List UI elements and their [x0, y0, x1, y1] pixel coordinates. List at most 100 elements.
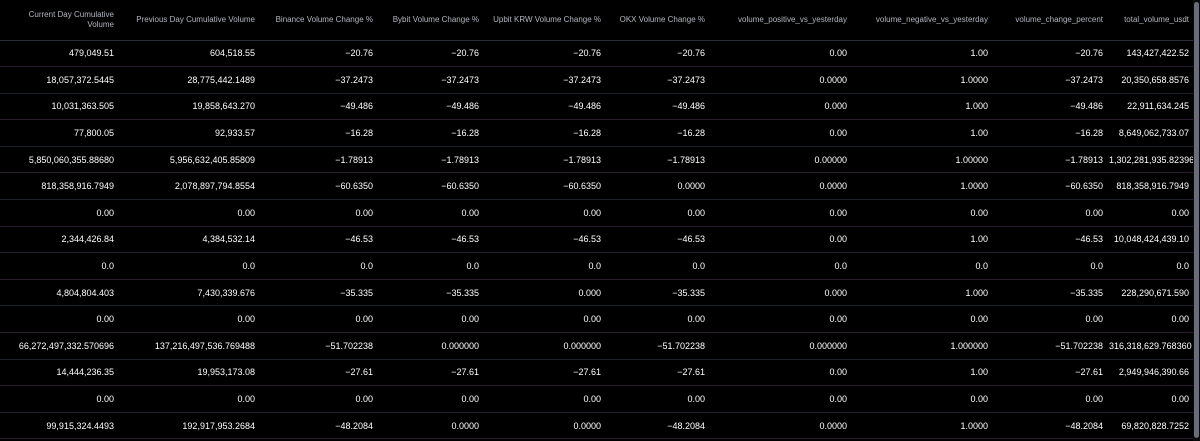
table-row[interactable]: 77,800.05 92,933.57 −16.28 −16.28 −16.28 −16.… [0, 119, 1193, 147]
table-row[interactable]: 18,057,372.5445 28,775,442.1489 −37.2473 −3… [0, 66, 1193, 94]
table-cell: 0.00 [377, 305, 483, 334]
table-cell: −37.2473 [377, 66, 483, 94]
table-cell: 0.0000 [709, 66, 851, 94]
table-cell: −35.335 [377, 279, 483, 307]
table-cell: 69,820,828.7252 [1107, 412, 1193, 440]
column-header-upbit-krw-volume-change[interactable]: Upbit KRW Volume Change % [483, 0, 605, 41]
table-row[interactable]: 818,358,916.7949 2,078,897,794.8554 −60.63… [0, 172, 1193, 201]
table-body: 479,049.51 604,518.55 −20.76 −20.76 −20.76 −2… [0, 40, 1193, 440]
table-cell: −48.2084 [259, 412, 377, 440]
table-cell: 10,048,424,439.10 [1107, 226, 1193, 254]
table-cell: 0.0000 [483, 412, 605, 440]
table-cell: −49.486 [992, 93, 1107, 121]
table-cell: −51.702238 [259, 332, 377, 360]
table-cell: 0.000 [709, 93, 851, 121]
table-cell: 92,933.57 [118, 119, 259, 147]
table-cell: 0.00 [992, 199, 1107, 227]
table-cell: −20.76 [377, 40, 483, 68]
table-cell: 0.00 [259, 305, 377, 334]
column-header-okx-volume-change[interactable]: OKX Volume Change % [605, 0, 709, 41]
table-cell: 0.0000 [709, 412, 851, 440]
table-cell: 479,049.51 [0, 40, 118, 68]
table-cell: −48.2084 [605, 412, 709, 440]
table-cell: 0.0 [0, 252, 118, 280]
table-cell: −49.486 [483, 93, 605, 121]
table-cell: 19,953,173.08 [118, 359, 259, 387]
table-cell: 0.00 [992, 305, 1107, 334]
column-header-current-day-cumulative-volume[interactable]: Current Day Cumulative Volume [0, 0, 118, 41]
table-cell: −49.486 [259, 93, 377, 121]
table-cell: −35.335 [992, 279, 1107, 307]
table-row[interactable]: 4,804,804.403 7,430,339.676 −35.335 −35.335… [0, 279, 1193, 307]
table-cell: 0.00 [377, 199, 483, 227]
table-cell: 19,858,643.270 [118, 93, 259, 121]
table-cell: 0.00 [1107, 385, 1193, 413]
table-row[interactable]: 479,049.51 604,518.55 −20.76 −20.76 −20.76 −2… [0, 40, 1193, 68]
table-row[interactable]: 0.00 0.00 0.00 0.00 0.00 0.00 0.00 0.00 0.00 0.00 [0, 199, 1193, 227]
table-cell: −60.6350 [377, 172, 483, 201]
table-cell: −20.76 [605, 40, 709, 68]
table-header: Current Day Cumulative Volume Previous D… [0, 0, 1193, 41]
vertical-scrollbar[interactable] [1193, 0, 1200, 441]
header-row: Current Day Cumulative Volume Previous D… [0, 0, 1193, 41]
table-cell: 1,302,281,935.82396 [1107, 146, 1193, 174]
table-cell: −1.78913 [992, 146, 1107, 174]
column-header-binance-volume-change[interactable]: Binance Volume Change % [259, 0, 377, 41]
table-cell: 0.000000 [709, 332, 851, 360]
table-cell: −27.61 [992, 359, 1107, 387]
table-cell: 0.00 [709, 385, 851, 413]
table-row[interactable]: 14,444,236.35 19,953,173.08 −27.61 −27.61 −2… [0, 359, 1193, 387]
table-cell: 1.00000 [851, 146, 992, 174]
column-header-volume-negative-vs-yesterday[interactable]: volume_negative_vs_yesterday [851, 0, 992, 41]
scrollbar-thumb[interactable] [1194, 2, 1199, 438]
table-cell: 28,775,442.1489 [118, 66, 259, 94]
table-cell: −51.702238 [992, 332, 1107, 360]
table-cell: 0.0000 [605, 172, 709, 201]
table-cell: 2,949,946,390.66 [1107, 359, 1193, 387]
table-cell: 0.0 [259, 252, 377, 280]
table-cell: 4,804,804.403 [0, 279, 118, 307]
table-cell: 0.00000 [709, 146, 851, 174]
table-cell: 0.00 [1107, 199, 1193, 227]
table-cell: −60.6350 [483, 172, 605, 201]
table-cell: 143,427,422.52 [1107, 40, 1193, 68]
column-header-total-volume-usdt[interactable]: total_volume_usdt [1107, 0, 1193, 41]
table-cell: 0.00 [483, 199, 605, 227]
table-cell: 0.00 [605, 385, 709, 413]
table-row[interactable]: 99,915,324.4493 192,917,953.2684 −48.2084 0… [0, 412, 1193, 440]
table-cell: −60.6350 [259, 172, 377, 201]
column-header-volume-positive-vs-yesterday[interactable]: volume_positive_vs_yesterday [709, 0, 851, 41]
column-header-volume-change-percent[interactable]: volume_change_percent [992, 0, 1107, 41]
table-row[interactable]: 2,344,426.84 4,384,532.14 −46.53 −46.53 −46.… [0, 226, 1193, 254]
table-cell: 1.000000 [851, 332, 992, 360]
table-cell: 8,649,062,733.07 [1107, 119, 1193, 147]
table-cell: 1.000 [851, 93, 992, 121]
table-cell: 0.0000 [377, 412, 483, 440]
table-cell: −60.6350 [992, 172, 1107, 201]
table-cell: 0.00 [0, 305, 118, 334]
table-row[interactable]: 10,031,363.505 19,858,643.270 −49.486 −49.4… [0, 93, 1193, 121]
table-cell: 1.0000 [851, 66, 992, 94]
table-cell: 0.0000 [709, 172, 851, 201]
table-cell: −16.28 [992, 119, 1107, 147]
table-row[interactable]: 66,272,497,332.570696 137,216,497,536.769… [0, 332, 1193, 360]
table-cell: 0.00 [605, 199, 709, 227]
table-cell: 316,318,629.768360 [1107, 332, 1193, 360]
table-cell: 0.00 [0, 385, 118, 413]
table-cell: −46.53 [483, 226, 605, 254]
table-cell: 0.000 [709, 279, 851, 307]
table-cell: 1.00 [851, 226, 992, 254]
table-cell: −16.28 [377, 119, 483, 147]
table-cell: 14,444,236.35 [0, 359, 118, 387]
table-cell: 0.00 [259, 385, 377, 413]
table-cell: −46.53 [992, 226, 1107, 254]
table-cell: 0.00 [118, 199, 259, 227]
column-header-previous-day-cumulative-volume[interactable]: Previous Day Cumulative Volume [118, 0, 259, 41]
table-cell: 0.0 [1107, 252, 1193, 280]
column-header-bybit-volume-change[interactable]: Bybit Volume Change % [377, 0, 483, 41]
table-cell: 0.0 [992, 252, 1107, 280]
table-row[interactable]: 0.00 0.00 0.00 0.00 0.00 0.00 0.00 0.00 0.00 0.00 [0, 305, 1193, 334]
table-row[interactable]: 0.0 0.0 0.0 0.0 0.0 0.0 0.0 0.0 0.0 0.0 [0, 252, 1193, 280]
table-row[interactable]: 0.00 0.00 0.00 0.00 0.00 0.00 0.00 0.00 0.00 0.00 [0, 385, 1193, 413]
table-row[interactable]: 5,850,060,355.88680 5,956,632,405.85809 −1… [0, 146, 1193, 174]
